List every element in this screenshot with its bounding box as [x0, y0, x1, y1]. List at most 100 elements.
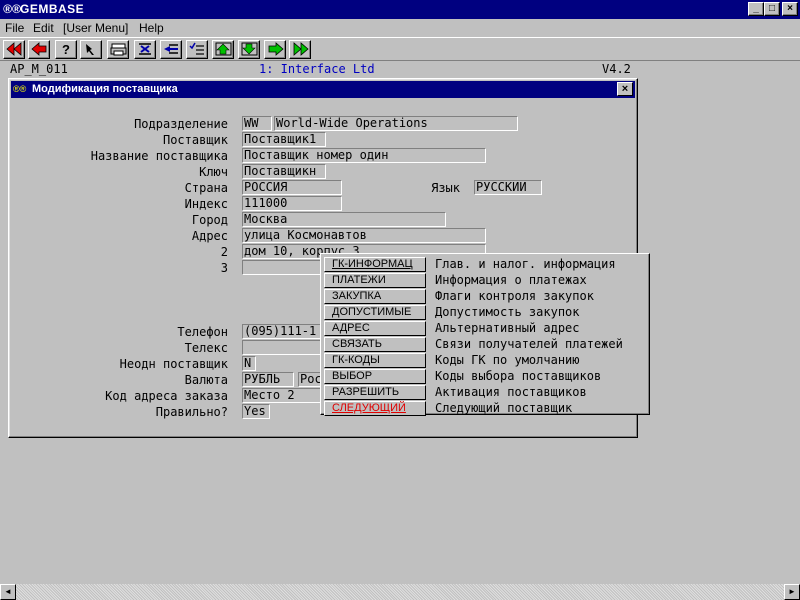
- version-label: V4.2: [602, 62, 631, 76]
- pointer-icon: [86, 44, 94, 55]
- country-field[interactable]: РОССИЯ: [242, 180, 342, 195]
- print-icon: [110, 43, 127, 56]
- telex-field[interactable]: [242, 340, 322, 355]
- address-label: Адрес: [191, 229, 228, 243]
- close-button[interactable]: ×: [782, 2, 798, 16]
- menu-item-link[interactable]: СВЯЗАТЬ Связи получателей платежей: [324, 337, 646, 353]
- minimize-button[interactable]: _: [748, 2, 764, 16]
- next-record-icon: [268, 42, 284, 56]
- selection-button[interactable]: ВЫБОР: [324, 369, 426, 384]
- currency-code-field[interactable]: РУБЛЬ: [242, 372, 294, 387]
- payments-desc: Информация о платежах: [435, 273, 587, 287]
- last-record-button[interactable]: [289, 40, 311, 59]
- supplier-field[interactable]: Поставщик1: [242, 132, 326, 147]
- page-down-button[interactable]: [238, 40, 260, 59]
- first-record-button[interactable]: [3, 40, 25, 59]
- insert-record-button[interactable]: [160, 40, 182, 59]
- address3-label: 3: [220, 261, 228, 275]
- next-record-button[interactable]: [264, 40, 286, 59]
- telex-label: Телекс: [184, 341, 228, 355]
- allowed-button[interactable]: ДОПУСТИМЫЕ: [324, 305, 426, 320]
- supplier-name-label: Название поставщика: [90, 149, 228, 163]
- dialog-title-bar: ®® Модификация поставщика ×: [11, 81, 635, 98]
- enable-button[interactable]: РАЗРЕШИТЬ: [324, 385, 426, 400]
- link-button[interactable]: СВЯЗАТЬ: [324, 337, 426, 352]
- dialog-close-button[interactable]: ×: [617, 82, 633, 96]
- city-label: Город: [191, 213, 228, 227]
- pointer-button[interactable]: [80, 40, 102, 59]
- allowed-desc: Допустимость закупок: [435, 305, 580, 319]
- help-icon: ?: [62, 42, 70, 57]
- print-button[interactable]: [107, 40, 129, 59]
- menu-item-gl-info[interactable]: ГК-ИНФОРМАЦ Глав. и налог. информация: [324, 257, 646, 273]
- address-desc: Альтернативный адрес: [435, 321, 580, 335]
- index-field[interactable]: 111000: [242, 196, 342, 211]
- menu-item-payments[interactable]: ПЛАТЕЖИ Информация о платежах: [324, 273, 646, 289]
- gl-info-button[interactable]: ГК-ИНФОРМАЦ: [324, 257, 426, 272]
- menu-item-address[interactable]: АДРЕС Альтернативный адрес: [324, 321, 646, 337]
- address-button[interactable]: АДРЕС: [324, 321, 426, 336]
- division-code-field[interactable]: WW: [242, 116, 272, 131]
- menu-item-allowed[interactable]: ДОПУСТИМЫЕ Допустимость закупок: [324, 305, 646, 321]
- maximize-button[interactable]: □: [764, 2, 780, 16]
- correct-label: Правильно?: [155, 405, 228, 419]
- previous-record-button[interactable]: [28, 40, 50, 59]
- address-field[interactable]: улица Космонавтов: [242, 228, 486, 243]
- app-title: GEMBASE: [20, 2, 85, 16]
- link-desc: Связи получателей платежей: [435, 337, 623, 351]
- page-up-button[interactable]: [212, 40, 234, 59]
- menu-help[interactable]: Help: [139, 21, 164, 35]
- purchasing-button[interactable]: ЗАКУПКА: [324, 289, 426, 304]
- index-label: Индекс: [184, 197, 228, 211]
- delete-record-button[interactable]: [134, 40, 156, 59]
- app-title-bar: ®® GEMBASE _ □ ×: [0, 0, 800, 19]
- page-down-icon: [241, 42, 258, 56]
- menu-item-selection[interactable]: ВЫБОР Коды выбора поставщиков: [324, 369, 646, 385]
- menu-item-purchasing[interactable]: ЗАКУПКА Флаги контроля закупок: [324, 289, 646, 305]
- currency-label: Валюта: [184, 373, 228, 387]
- city-field[interactable]: Москва: [242, 212, 446, 227]
- menu-edit[interactable]: Edit: [33, 21, 54, 35]
- last-record-icon: [293, 42, 309, 56]
- one-time-supplier-field[interactable]: N: [242, 356, 256, 371]
- first-record-icon: [6, 42, 22, 56]
- help-button[interactable]: ?: [55, 40, 77, 59]
- scroll-left-arrow-icon[interactable]: ◄: [0, 584, 16, 600]
- scroll-right-arrow-icon[interactable]: ►: [784, 584, 800, 600]
- scrollbar-track[interactable]: [16, 584, 784, 600]
- delete-record-icon: [139, 43, 151, 55]
- dialog-app-icon: ®®: [13, 84, 27, 94]
- horizontal-scrollbar[interactable]: ◄ ►: [0, 584, 800, 600]
- supplier-name-field[interactable]: Поставщик номер один: [242, 148, 486, 163]
- enable-desc: Активация поставщиков: [435, 385, 587, 399]
- next-supplier-desc: Следующий поставщик: [435, 401, 573, 415]
- menu-item-enable[interactable]: РАЗРЕШИТЬ Активация поставщиков: [324, 385, 646, 401]
- country-label: Страна: [184, 181, 228, 195]
- order-address-field[interactable]: Место 2: [242, 388, 322, 403]
- menu-file[interactable]: File: [5, 21, 24, 35]
- dialog-title: Модификация поставщика: [32, 83, 178, 95]
- language-field[interactable]: РУССКИЙ: [474, 180, 542, 195]
- payments-button[interactable]: ПЛАТЕЖИ: [324, 273, 426, 288]
- list-button[interactable]: [186, 40, 208, 59]
- menu-user-menu[interactable]: [User Menu]: [63, 21, 128, 35]
- gl-codes-desc: Коды ГК по умолчанию: [435, 353, 580, 367]
- toolbar: ?: [0, 37, 800, 61]
- one-time-supplier-label: Неодн поставщик: [119, 357, 228, 371]
- purchasing-desc: Флаги контроля закупок: [435, 289, 594, 303]
- status-line: AP_M_011 1: Interface Ltd V4.2: [0, 61, 640, 77]
- key-label: Ключ: [199, 165, 228, 179]
- correct-field[interactable]: Yes: [242, 404, 270, 419]
- next-supplier-button[interactable]: СЛЕДУЮЩИЙ: [324, 401, 426, 416]
- menu-item-gl-codes[interactable]: ГК-КОДЫ Коды ГК по умолчанию: [324, 353, 646, 369]
- selection-desc: Коды выбора поставщиков: [435, 369, 602, 383]
- division-name-field: World-Wide Operations: [274, 116, 518, 131]
- phone-field[interactable]: (095)111-1: [242, 324, 322, 339]
- address2-label: 2: [220, 245, 228, 259]
- phone-label: Телефон: [177, 325, 228, 339]
- page-up-icon: [215, 42, 232, 56]
- key-field[interactable]: Поставщикн: [242, 164, 326, 179]
- menu-item-next[interactable]: СЛЕДУЮЩИЙ Следующий поставщик: [324, 401, 646, 417]
- gl-codes-button[interactable]: ГК-КОДЫ: [324, 353, 426, 368]
- order-address-label: Код адреса заказа: [105, 389, 228, 403]
